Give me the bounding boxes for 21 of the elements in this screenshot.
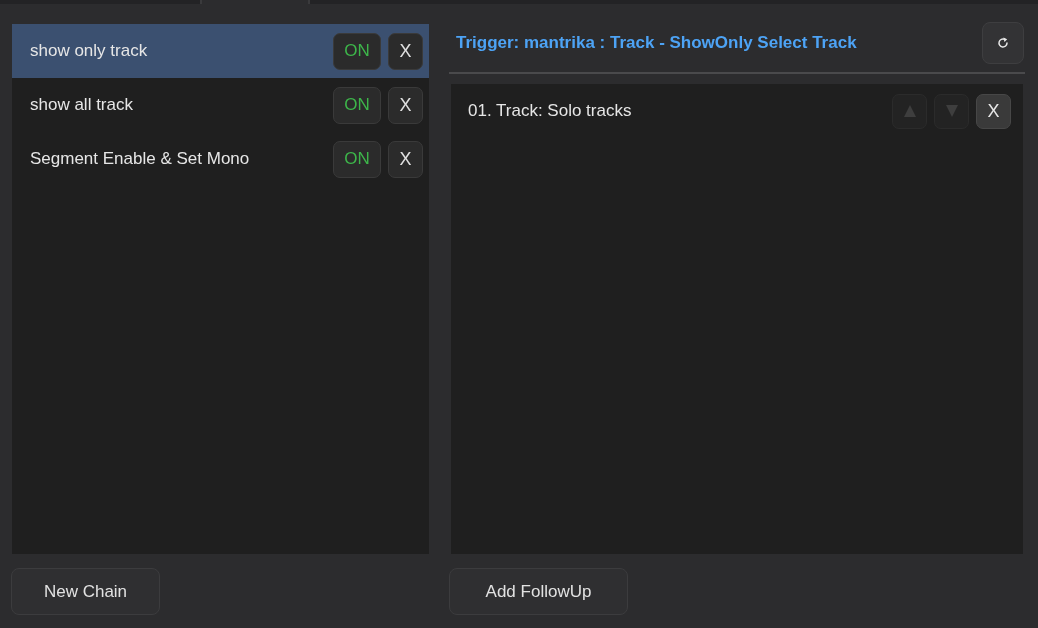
new-chain-button[interactable]: New Chain — [11, 568, 160, 615]
trigger-title: Trigger: mantrika : Track - ShowOnly Select Track — [456, 33, 858, 53]
toggle-button[interactable]: ON — [333, 140, 381, 178]
remove-button[interactable]: X — [976, 93, 1011, 129]
followup-label: 01. Track: Solo tracks — [468, 101, 633, 121]
toggle-button[interactable]: ON — [333, 86, 381, 124]
chain-item[interactable]: show only track ON X — [12, 24, 429, 78]
triangle-up-icon — [903, 105, 916, 117]
toggle-button[interactable]: ON — [333, 32, 381, 70]
chain-name: show only track — [30, 41, 149, 61]
refresh-icon — [997, 37, 1009, 49]
remove-button[interactable]: X — [388, 32, 423, 70]
triangle-down-icon — [945, 105, 958, 117]
remove-button[interactable]: X — [388, 140, 423, 178]
remove-button[interactable]: X — [388, 86, 423, 124]
refresh-button[interactable] — [982, 22, 1024, 64]
chain-name: Segment Enable & Set Mono — [30, 149, 251, 169]
add-followup-button[interactable]: Add FollowUp — [449, 568, 628, 615]
chain-item[interactable]: Segment Enable & Set Mono ON X — [12, 132, 429, 186]
chain-item[interactable]: show all track ON X — [12, 78, 429, 132]
chain-name: show all track — [30, 95, 134, 115]
